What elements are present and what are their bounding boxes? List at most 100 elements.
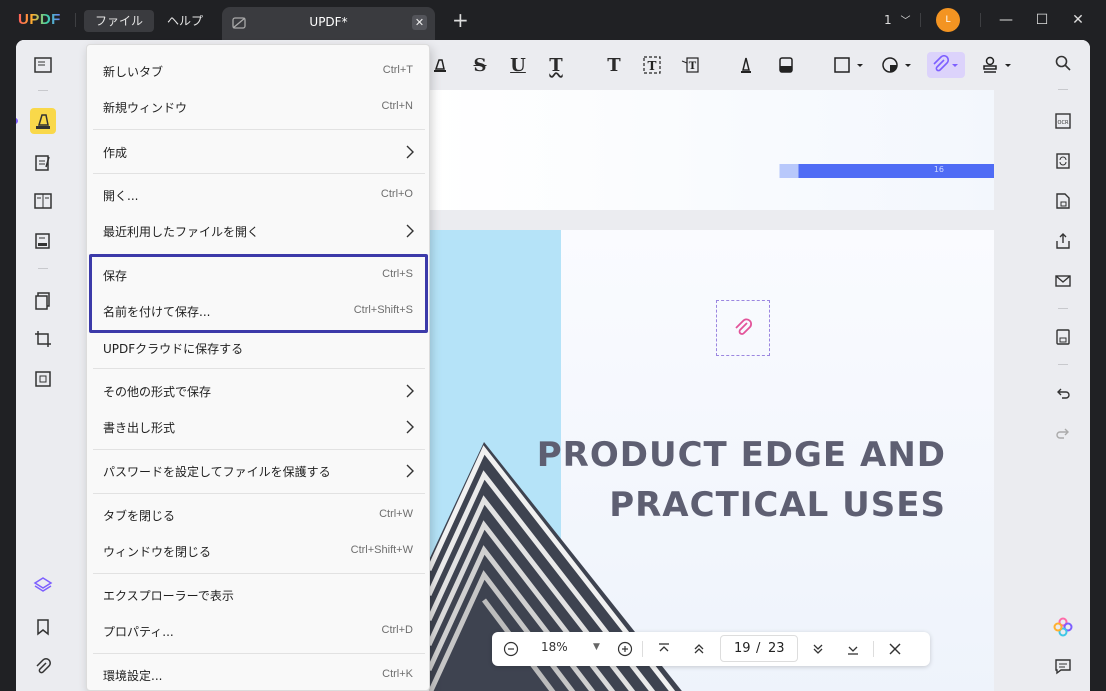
previous-page-icon[interactable]: [689, 639, 709, 659]
reader-mode-icon[interactable]: [30, 52, 56, 78]
titlebar-divider: [980, 13, 981, 27]
zoom-level[interactable]: 18%: [541, 640, 568, 654]
protect-icon[interactable]: [1052, 190, 1074, 212]
chevron-right-icon: [406, 464, 414, 478]
menu-item-label: UPDFクラウドに保存する: [103, 342, 244, 356]
tab-close-icon[interactable]: ✕: [412, 15, 427, 30]
menu-item-open-recent[interactable]: 最近利用したファイルを開く: [92, 213, 426, 249]
sticker-tool-icon[interactable]: [877, 52, 917, 78]
text-tool-icon[interactable]: T: [601, 52, 627, 78]
menu-item-shortcut: Ctrl+W: [379, 508, 413, 520]
edit-pdf-icon[interactable]: [30, 150, 56, 176]
sidebar-divider: [38, 268, 48, 269]
headline-line-1: PRODUCT EDGE AND: [536, 435, 946, 475]
squiggly-underline-icon[interactable]: T: [543, 52, 569, 78]
redo-icon[interactable]: [1052, 423, 1074, 445]
menu-item-preferences[interactable]: 環境設定... Ctrl+K: [92, 657, 426, 691]
page-ribbon: [761, 164, 994, 178]
ocr-icon[interactable]: OCR: [1052, 110, 1074, 132]
document-tab[interactable]: UPDF* ✕: [222, 7, 435, 40]
total-pages: 23: [768, 641, 785, 656]
help-menu-button[interactable]: ヘルプ: [156, 10, 214, 32]
menu-item-new-window[interactable]: 新規ウィンドウ Ctrl+N: [92, 89, 426, 125]
text-callout-icon[interactable]: T: [677, 52, 703, 78]
menu-item-show-in-explorer[interactable]: エクスプローラーで表示: [92, 577, 426, 613]
stamp-tool-icon[interactable]: [977, 52, 1017, 78]
shape-tool-icon[interactable]: [829, 52, 869, 78]
strikethrough-icon[interactable]: S: [467, 52, 493, 78]
menu-divider: [93, 173, 425, 174]
menu-item-password-protect[interactable]: パスワードを設定してファイルを保護する: [92, 453, 426, 489]
svg-text:OCR: OCR: [1058, 120, 1069, 126]
new-tab-plus-icon[interactable]: +: [452, 9, 469, 31]
zoom-out-icon[interactable]: [501, 639, 521, 659]
titlebar-divider: [75, 13, 76, 27]
svg-text:T: T: [648, 59, 657, 73]
form-edit-icon[interactable]: [30, 228, 56, 254]
comment-highlighter-icon[interactable]: [30, 108, 56, 134]
menu-item-label: タブを閉じる: [103, 509, 176, 523]
svg-text:T: T: [689, 61, 697, 72]
crop-icon[interactable]: [30, 326, 56, 352]
underline-icon[interactable]: U: [505, 52, 531, 78]
last-page-icon[interactable]: [843, 639, 863, 659]
share-icon[interactable]: [1052, 230, 1074, 252]
file-menu-button[interactable]: ファイル: [84, 10, 155, 32]
menu-item-new-tab[interactable]: 新しいタブ Ctrl+T: [92, 53, 426, 89]
highlighter-tool-icon[interactable]: [427, 52, 453, 78]
undo-icon[interactable]: [1052, 383, 1074, 405]
ai-assistant-icon[interactable]: [1052, 616, 1074, 638]
menu-item-label: 開く...: [103, 189, 139, 203]
search-icon[interactable]: [1052, 52, 1074, 74]
minimize-icon[interactable]: —: [996, 10, 1016, 30]
menu-item-properties[interactable]: プロパティ... Ctrl+D: [92, 613, 426, 649]
sidebar-divider: [1058, 308, 1068, 309]
menu-item-close-window[interactable]: ウィンドウを閉じる Ctrl+Shift+W: [92, 533, 426, 569]
zoom-in-icon[interactable]: [615, 639, 635, 659]
attachment-annotation-icon[interactable]: [716, 300, 770, 356]
menu-item-close-tab[interactable]: タブを閉じる Ctrl+W: [92, 497, 426, 533]
zoom-dropdown-icon[interactable]: ▼: [593, 642, 600, 652]
page-number-input[interactable]: 19 / 23: [720, 635, 798, 662]
menu-item-save-other-format[interactable]: その他の形式で保存: [92, 373, 426, 409]
menu-divider: [93, 493, 425, 494]
headline-line-2: PRACTICAL USES: [609, 485, 946, 525]
menu-item-shortcut: Ctrl+K: [382, 668, 413, 680]
close-zoom-bar-icon[interactable]: [885, 639, 905, 659]
save-options-highlight-box: [89, 254, 428, 333]
menu-divider: [93, 573, 425, 574]
layers-icon[interactable]: [30, 572, 56, 598]
menu-item-export-format[interactable]: 書き出し形式: [92, 409, 426, 445]
document-tab-title: UPDF*: [309, 15, 348, 29]
pdf-page-current: PRODUCT EDGE AND PRACTICAL USES: [429, 230, 994, 691]
right-sidebar: OCR: [1036, 40, 1090, 691]
window-count-selector[interactable]: 1 ﹀: [884, 12, 910, 27]
menu-item-label: パスワードを設定してファイルを保護する: [103, 465, 331, 479]
pencil-tool-icon[interactable]: [733, 52, 759, 78]
left-sidebar: [16, 40, 69, 691]
attachment-tool-icon[interactable]: [927, 52, 965, 78]
organize-pages-icon[interactable]: [30, 288, 56, 314]
attachment-icon[interactable]: [30, 654, 56, 680]
user-avatar[interactable]: L: [936, 8, 960, 32]
menu-item-open[interactable]: 開く... Ctrl+O: [92, 177, 426, 213]
menu-item-create[interactable]: 作成: [92, 134, 426, 170]
bookmark-icon[interactable]: [30, 614, 56, 640]
menu-item-save-to-cloud[interactable]: UPDFクラウドに保存する: [92, 330, 426, 366]
eraser-tool-icon[interactable]: [773, 52, 799, 78]
textbox-tool-icon[interactable]: T: [639, 52, 665, 78]
convert-icon[interactable]: [1052, 150, 1074, 172]
close-window-icon[interactable]: ✕: [1068, 10, 1088, 30]
email-icon[interactable]: [1052, 270, 1074, 292]
ocr-pages-icon[interactable]: [30, 366, 56, 392]
menu-divider: [93, 129, 425, 130]
menu-item-shortcut: Ctrl+N: [381, 100, 413, 112]
page1-number: 16: [933, 165, 944, 174]
menu-item-label: エクスプローラーで表示: [103, 589, 234, 603]
first-page-icon[interactable]: [654, 639, 674, 659]
page-view-icon[interactable]: [30, 188, 56, 214]
next-page-icon[interactable]: [808, 639, 828, 659]
save-icon[interactable]: [1052, 326, 1074, 348]
comments-panel-icon[interactable]: [1052, 655, 1074, 677]
maximize-icon[interactable]: ☐: [1032, 10, 1052, 30]
